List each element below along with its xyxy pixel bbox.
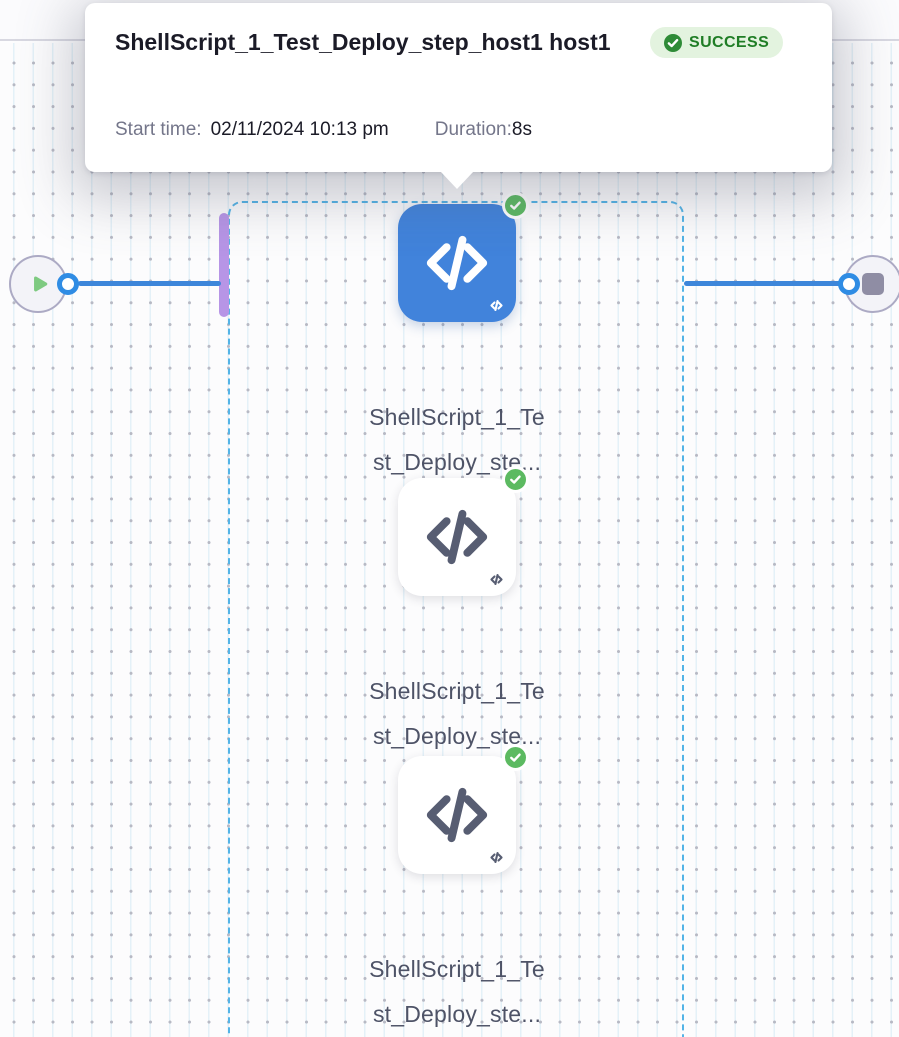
tooltip-pointer bbox=[440, 171, 474, 189]
duration-value: 8s bbox=[512, 119, 532, 141]
connector-line-right bbox=[684, 281, 841, 286]
execution-graph-canvas[interactable]: ShellScript_1_Te st_Deploy_ste... bbox=[0, 43, 899, 1037]
status-badge: SUCCESS bbox=[650, 27, 783, 58]
success-check-icon bbox=[502, 192, 529, 219]
step-label-line: st_Deploy_ste... bbox=[317, 714, 597, 759]
duration-label: Duration: bbox=[435, 119, 512, 141]
step-label-3: ShellScript_1_Te st_Deploy_ste... bbox=[317, 947, 597, 1037]
code-mini-icon bbox=[488, 298, 505, 313]
step-tooltip: ShellScript_1_Test_Deploy_step_host1 hos… bbox=[85, 3, 832, 172]
tooltip-meta: Start time: 02/11/2024 10:13 pm Duration… bbox=[115, 119, 532, 141]
step-label-line: ShellScript_1_Te bbox=[317, 395, 597, 440]
step-label-2: ShellScript_1_Te st_Deploy_ste... bbox=[317, 669, 597, 759]
check-circle-icon bbox=[664, 34, 682, 52]
connector-port-left bbox=[57, 273, 79, 295]
code-mini-icon bbox=[488, 850, 505, 865]
code-mini-icon bbox=[488, 572, 505, 587]
stage-progress-bar bbox=[219, 213, 229, 317]
success-check-icon bbox=[502, 744, 529, 771]
play-icon bbox=[27, 271, 53, 297]
step-label-line: st_Deploy_ste... bbox=[317, 992, 597, 1037]
code-icon bbox=[418, 224, 496, 302]
success-check-icon bbox=[502, 466, 529, 493]
stop-icon bbox=[862, 273, 884, 295]
status-badge-label: SUCCESS bbox=[689, 34, 769, 52]
tooltip-title: ShellScript_1_Test_Deploy_step_host1 hos… bbox=[115, 20, 611, 64]
code-icon bbox=[418, 776, 496, 854]
step-label-line: ShellScript_1_Te bbox=[317, 669, 597, 714]
stage-boundary bbox=[228, 201, 684, 1037]
connector-line-left bbox=[78, 281, 221, 286]
start-time-value: 02/11/2024 10:13 pm bbox=[211, 119, 389, 141]
pipeline-execution-screen: ShellScript_1_Te st_Deploy_ste... bbox=[0, 0, 899, 1037]
step-label-1: ShellScript_1_Te st_Deploy_ste... bbox=[317, 395, 597, 485]
step-node-2[interactable] bbox=[398, 478, 516, 596]
step-node-1[interactable] bbox=[398, 204, 516, 322]
code-icon bbox=[418, 498, 496, 576]
start-time-label: Start time: bbox=[115, 119, 202, 141]
step-label-line: ShellScript_1_Te bbox=[317, 947, 597, 992]
step-node-3[interactable] bbox=[398, 756, 516, 874]
connector-port-right bbox=[838, 273, 860, 295]
